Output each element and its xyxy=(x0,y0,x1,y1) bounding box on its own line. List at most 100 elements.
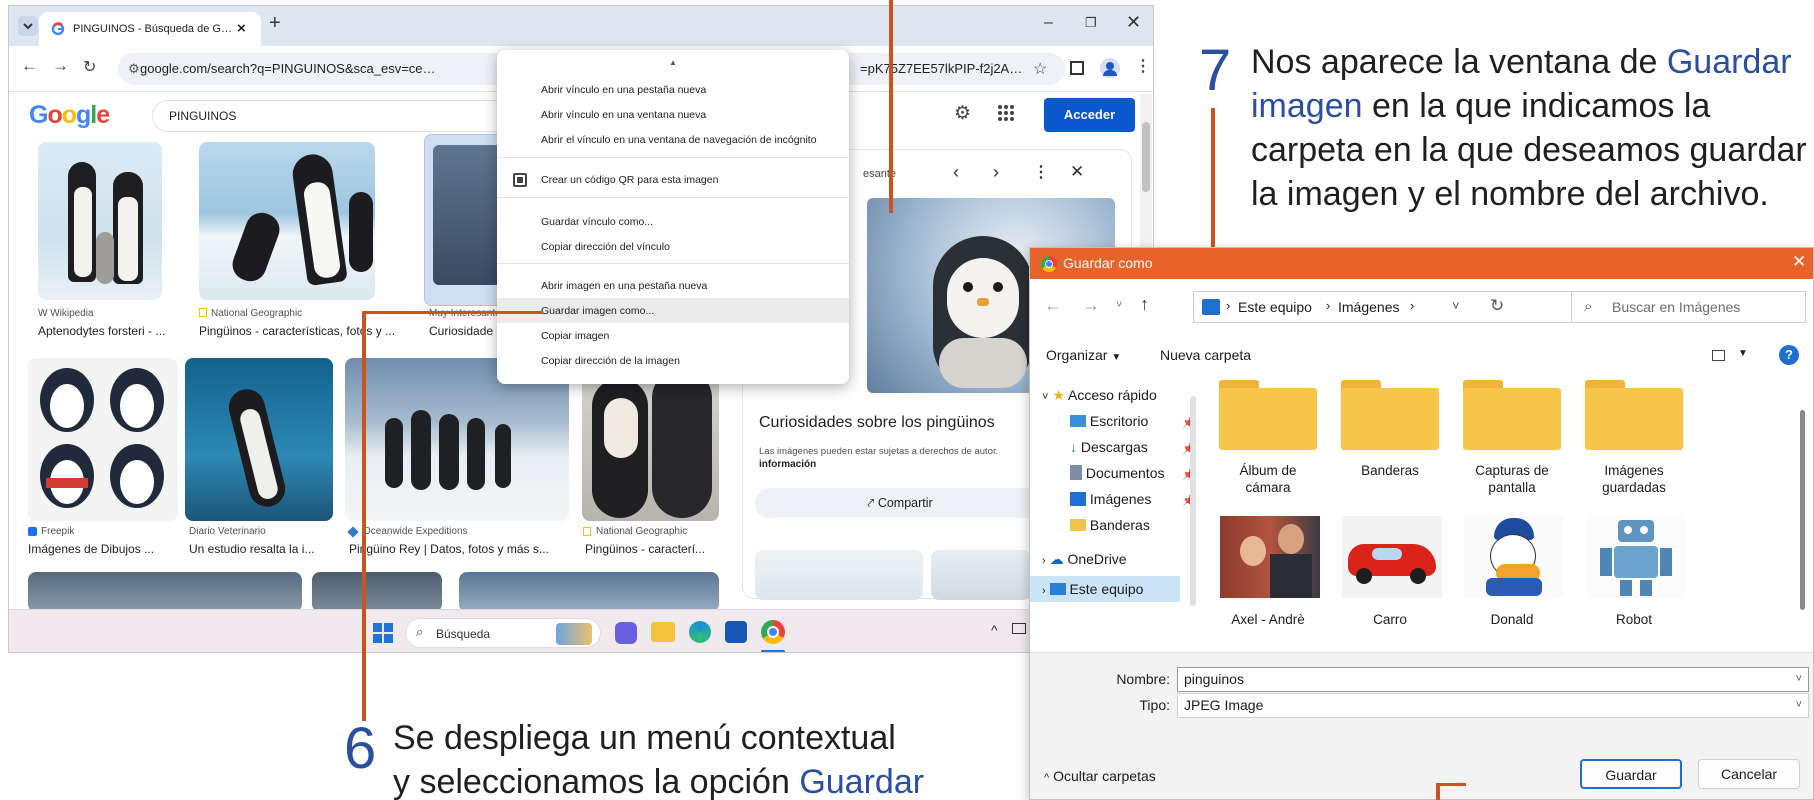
menu-save-link-as[interactable]: Guardar vínculo como... xyxy=(541,212,653,232)
image-file-tile[interactable]: Donald xyxy=(1452,516,1572,646)
nav-item-pictures[interactable]: Imágenes xyxy=(1070,486,1151,512)
preview-title[interactable]: Curiosidades sobre los pingüinos xyxy=(759,414,995,432)
menu-save-image-as[interactable]: Guardar imagen como... xyxy=(541,301,654,321)
result-title[interactable]: Imágenes de Dibujos ... xyxy=(28,542,178,556)
store-icon[interactable] xyxy=(725,621,747,643)
type-dropdown-icon[interactable]: ˅ xyxy=(1796,694,1802,717)
hide-folders-toggle[interactable]: ^ Ocultar carpetas xyxy=(1044,768,1156,784)
settings-gear-icon[interactable]: ⚙ xyxy=(954,102,971,125)
tab-pinguinos[interactable]: PINGUINOS - Búsqueda de Goo × xyxy=(39,12,261,46)
view-dropdown-icon[interactable]: ▼ xyxy=(1738,348,1748,359)
edge-icon[interactable] xyxy=(689,621,711,643)
cancel-button[interactable]: Cancelar xyxy=(1698,759,1800,789)
result-image-cartoon-penguins[interactable] xyxy=(28,358,178,521)
result-title[interactable]: Pingüinos - características, fotos y ... xyxy=(199,324,409,338)
preview-close-icon[interactable]: ✕ xyxy=(1070,162,1084,182)
name-dropdown-icon[interactable]: ˅ xyxy=(1796,668,1802,691)
result-image-adelie-penguins[interactable] xyxy=(199,142,375,300)
breadcrumb-pictures[interactable]: Imágenes xyxy=(1338,299,1399,315)
apps-grid-icon[interactable] xyxy=(997,104,1015,122)
result-image-emperor-penguins[interactable] xyxy=(38,142,162,300)
dialog-search-input[interactable]: ⌕ Buscar en Imágenes xyxy=(1571,291,1806,323)
dialog-close-icon[interactable]: ✕ xyxy=(1792,252,1806,272)
image-file-tile[interactable]: Robot xyxy=(1574,516,1694,646)
result-image-partial[interactable] xyxy=(312,572,442,612)
tab-search-button[interactable] xyxy=(18,16,38,36)
breadcrumb-this-pc[interactable]: Este equipo xyxy=(1238,299,1312,315)
menu-copy-link-address[interactable]: Copiar dirección del vínculo xyxy=(541,237,670,257)
profile-avatar[interactable] xyxy=(1100,58,1120,78)
preview-prev-icon[interactable]: ‹ xyxy=(953,162,959,183)
new-folder-button[interactable]: Nueva carpeta xyxy=(1160,347,1251,363)
breadcrumb-dropdown-icon[interactable]: ˅ xyxy=(1452,298,1460,313)
related-image[interactable] xyxy=(755,550,923,600)
nav-item-documents[interactable]: Documentos xyxy=(1070,460,1164,486)
windows-start-icon[interactable] xyxy=(373,623,393,643)
file-type-select[interactable]: JPEG Image ˅ xyxy=(1177,693,1809,718)
side-panel-icon[interactable] xyxy=(1070,61,1084,75)
preview-more-icon[interactable]: ⋮ xyxy=(1033,162,1049,182)
result-title[interactable]: Pingüinos - caracterí... xyxy=(585,542,725,556)
menu-open-link-new-window[interactable]: Abrir vínculo en una ventana nueva xyxy=(541,105,706,125)
file-name-input[interactable]: pinguinos ˅ xyxy=(1177,667,1809,692)
result-image-partial[interactable] xyxy=(28,572,302,612)
result-image-partial[interactable] xyxy=(459,572,719,612)
meet-app-icon[interactable] xyxy=(615,622,637,644)
menu-copy-image-address[interactable]: Copiar dirección de la imagen xyxy=(541,351,680,371)
result-title[interactable]: Un estudio resalta la i... xyxy=(189,542,339,556)
menu-copy-image[interactable]: Copiar imagen xyxy=(541,326,609,346)
site-info-icon[interactable]: ⚙ xyxy=(128,61,140,77)
reload-icon[interactable]: ↻ xyxy=(83,57,96,77)
restore-icon[interactable]: ❐ xyxy=(1085,15,1097,31)
refresh-icon[interactable]: ↻ xyxy=(1490,296,1504,316)
related-image[interactable] xyxy=(931,550,1031,600)
up-folder-icon[interactable]: ↑ xyxy=(1140,294,1149,315)
google-logo[interactable]: Google xyxy=(29,101,110,130)
image-file-tile[interactable]: Axel - Andrè xyxy=(1208,516,1328,646)
file-list-scrollbar[interactable] xyxy=(1800,410,1805,610)
view-mode-icon[interactable] xyxy=(1712,350,1725,361)
sign-in-button[interactable]: Acceder xyxy=(1044,98,1135,132)
kebab-menu-icon[interactable]: ⋮ xyxy=(1135,56,1151,76)
breadcrumb-bar[interactable]: › Este equipo › Imágenes › ˅ ↻ xyxy=(1193,291,1587,323)
tray-chevron-icon[interactable]: ^ xyxy=(991,622,998,638)
save-button[interactable]: Guardar xyxy=(1580,759,1682,789)
forward-icon[interactable]: → xyxy=(52,56,69,76)
recent-locations-icon[interactable]: ˅ xyxy=(1116,299,1122,311)
organize-button[interactable]: Organizar ▼ xyxy=(1046,347,1121,363)
minimize-icon[interactable]: – xyxy=(1044,14,1053,32)
bookmark-star-icon[interactable]: ☆ xyxy=(1033,59,1047,79)
tab-close-icon[interactable]: × xyxy=(237,20,246,37)
chrome-icon[interactable] xyxy=(761,620,785,644)
result-title[interactable]: Pingüino Rey | Datos, fotos y más s... xyxy=(349,542,571,556)
result-image-penguin-water[interactable] xyxy=(185,358,333,521)
folder-tile[interactable]: Imágenes guardadas xyxy=(1574,376,1694,504)
menu-open-link-incognito[interactable]: Abrir el vínculo en una ventana de naveg… xyxy=(541,130,817,150)
nav-item-downloads[interactable]: ↓ Descargas xyxy=(1070,434,1148,460)
share-button[interactable]: ⤤ Compartir xyxy=(755,488,1045,518)
preview-next-icon[interactable]: › xyxy=(993,162,999,183)
nav-this-pc[interactable]: › Este equipo xyxy=(1042,576,1143,602)
more-info-link[interactable]: información xyxy=(759,459,816,470)
back-icon[interactable]: ← xyxy=(21,56,38,76)
taskbar-search-box[interactable]: ⌕ Búsqueda xyxy=(405,618,601,648)
folder-tile[interactable]: Banderas xyxy=(1330,376,1450,504)
file-explorer-icon[interactable] xyxy=(651,622,675,642)
result-title[interactable]: Aptenodytes forsteri - ... xyxy=(38,324,172,338)
nav-item-desktop[interactable]: Escritorio xyxy=(1070,408,1148,434)
close-window-icon[interactable]: ✕ xyxy=(1126,12,1141,33)
nav-item-banderas[interactable]: Banderas xyxy=(1070,512,1150,538)
display-icon[interactable] xyxy=(1012,623,1026,634)
help-icon[interactable]: ? xyxy=(1779,345,1799,365)
image-file-tile[interactable]: Carro xyxy=(1330,516,1450,646)
nav-onedrive[interactable]: › ☁ OneDrive xyxy=(1042,546,1127,572)
menu-create-qr-code[interactable]: Crear un código QR para esta imagen xyxy=(541,170,718,190)
dialog-back-icon[interactable]: ← xyxy=(1044,295,1062,316)
folder-tile[interactable]: Capturas de pantalla xyxy=(1452,376,1572,504)
menu-open-link-new-tab[interactable]: Abrir vínculo en una pestaña nueva xyxy=(541,80,706,100)
nav-quick-access[interactable]: ˅ ★ Acceso rápido xyxy=(1042,382,1157,408)
nav-scrollbar[interactable] xyxy=(1190,396,1196,606)
menu-scroll-up-icon[interactable]: ▲ xyxy=(669,58,677,67)
new-tab-icon[interactable]: + xyxy=(269,12,281,35)
folder-tile[interactable]: Álbum de cámara xyxy=(1208,376,1328,504)
